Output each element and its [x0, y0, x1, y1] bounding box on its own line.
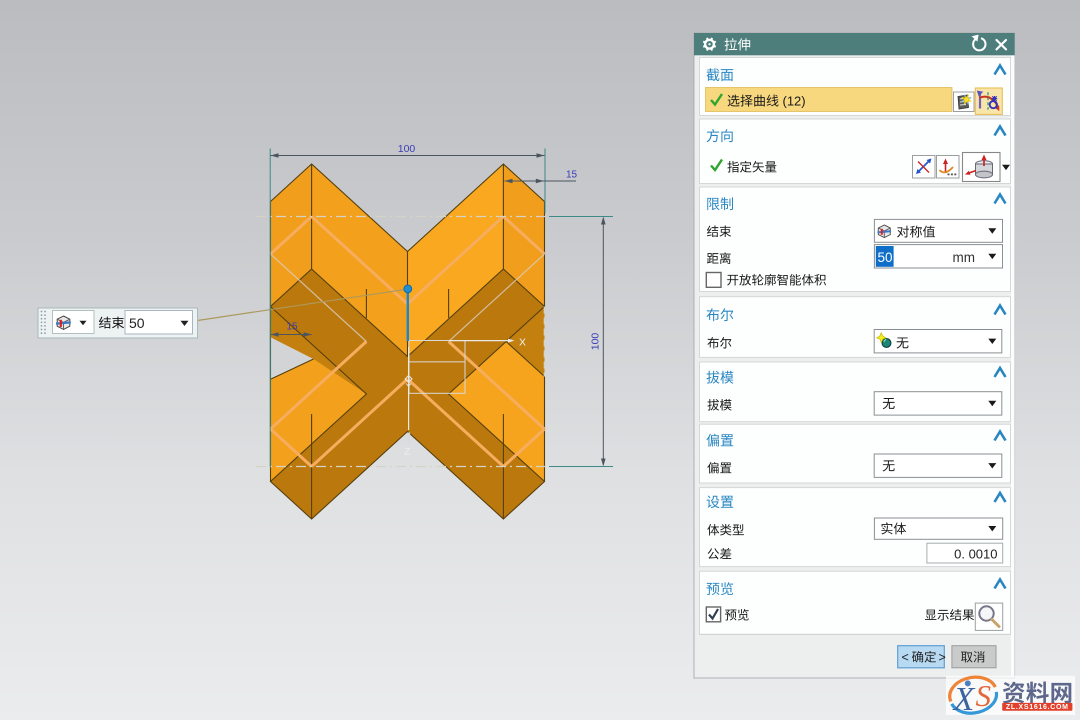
svg-text:S: S	[976, 678, 992, 713]
svg-text:0. 0010: 0. 0010	[954, 547, 997, 562]
svg-text:15: 15	[566, 170, 578, 181]
svg-text:50: 50	[878, 250, 893, 265]
svg-text:ZL.XS1616.COM: ZL.XS1616.COM	[1006, 704, 1069, 711]
svg-text:100: 100	[590, 333, 602, 351]
svg-text:mm: mm	[953, 250, 976, 265]
svg-text:X: X	[519, 337, 526, 349]
svg-text:50: 50	[129, 315, 145, 331]
svg-text:Z: Z	[404, 446, 411, 458]
svg-text:>: >	[939, 651, 946, 665]
svg-text:15: 15	[286, 322, 298, 333]
svg-text:100: 100	[398, 143, 416, 155]
svg-text:(12): (12)	[783, 94, 806, 109]
svg-text:X: X	[952, 681, 976, 718]
svg-text:<: <	[902, 651, 909, 665]
